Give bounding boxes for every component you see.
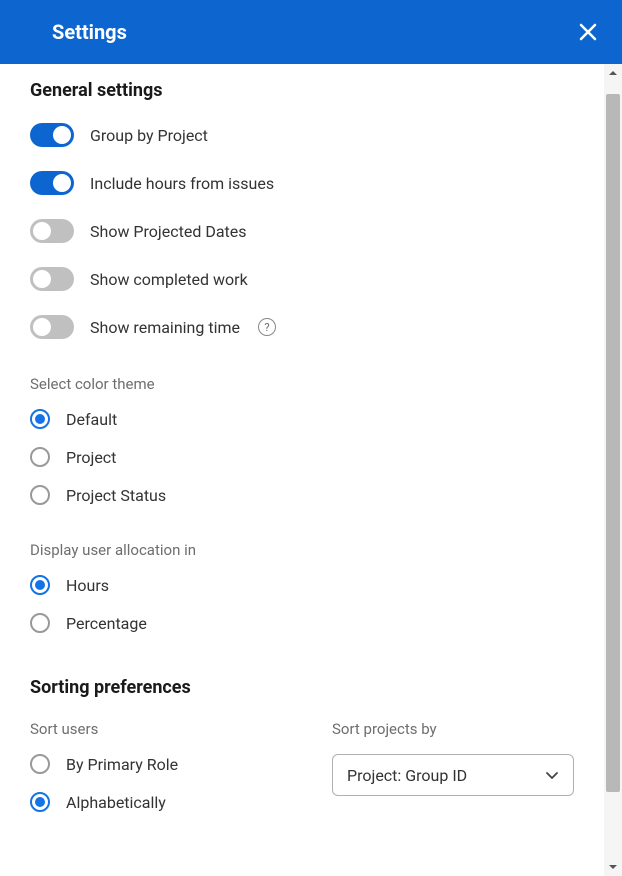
sort-projects-dropdown[interactable]: Project: Group ID	[332, 754, 574, 796]
radio-label: Project Status	[66, 486, 166, 505]
settings-title: Settings	[52, 20, 127, 44]
toggle-label: Group by Project	[90, 126, 208, 145]
scroll-up-arrow[interactable]	[604, 64, 622, 82]
settings-header: Settings	[0, 0, 622, 64]
close-icon[interactable]	[578, 22, 598, 42]
radio-color-default[interactable]: Default	[30, 409, 574, 429]
toggle-projected-dates: Show Projected Dates	[30, 219, 574, 243]
radio-input[interactable]	[30, 754, 50, 774]
radio-sort-primary-role[interactable]: By Primary Role	[30, 754, 272, 774]
toggle-completed-work: Show completed work	[30, 267, 574, 291]
toggle-switch[interactable]	[30, 267, 74, 291]
toggle-label: Include hours from issues	[90, 174, 274, 193]
toggle-label: Show remaining time	[90, 318, 240, 337]
sorting-title: Sorting preferences	[30, 677, 574, 698]
toggle-include-hours: Include hours from issues	[30, 171, 574, 195]
vertical-scrollbar[interactable]	[604, 64, 622, 876]
radio-input[interactable]	[30, 485, 50, 505]
radio-label: Percentage	[66, 614, 147, 633]
radio-label: Project	[66, 448, 116, 467]
sort-projects-label: Sort projects by	[332, 720, 574, 738]
radio-input[interactable]	[30, 575, 50, 595]
radio-label: Default	[66, 410, 117, 429]
toggle-label: Show Projected Dates	[90, 222, 247, 241]
radio-sort-alphabetically[interactable]: Alphabetically	[30, 792, 272, 812]
toggle-switch[interactable]	[30, 315, 74, 339]
toggle-switch[interactable]	[30, 123, 74, 147]
scroll-track[interactable]	[604, 82, 622, 858]
radio-label: Alphabetically	[66, 793, 166, 812]
sort-users-label: Sort users	[30, 720, 272, 738]
radio-allocation-percentage[interactable]: Percentage	[30, 613, 574, 633]
toggle-switch[interactable]	[30, 171, 74, 195]
color-theme-label: Select color theme	[30, 375, 574, 393]
chevron-down-icon	[545, 768, 559, 782]
radio-input[interactable]	[30, 447, 50, 467]
scroll-thumb[interactable]	[606, 94, 620, 792]
radio-color-project[interactable]: Project	[30, 447, 574, 467]
radio-input[interactable]	[30, 409, 50, 429]
radio-color-project-status[interactable]: Project Status	[30, 485, 574, 505]
radio-label: Hours	[66, 576, 109, 595]
scroll-down-arrow[interactable]	[604, 858, 622, 876]
toggle-remaining-time: Show remaining time ?	[30, 315, 574, 339]
toggle-label: Show completed work	[90, 270, 248, 289]
help-icon[interactable]: ?	[258, 318, 276, 336]
radio-label: By Primary Role	[66, 755, 178, 774]
radio-input[interactable]	[30, 792, 50, 812]
toggle-group-by-project: Group by Project	[30, 123, 574, 147]
radio-allocation-hours[interactable]: Hours	[30, 575, 574, 595]
general-settings-title: General settings	[30, 80, 574, 101]
radio-input[interactable]	[30, 613, 50, 633]
dropdown-value: Project: Group ID	[347, 766, 467, 785]
allocation-label: Display user allocation in	[30, 541, 574, 559]
settings-content: General settings Group by Project Includ…	[0, 64, 604, 876]
toggle-switch[interactable]	[30, 219, 74, 243]
